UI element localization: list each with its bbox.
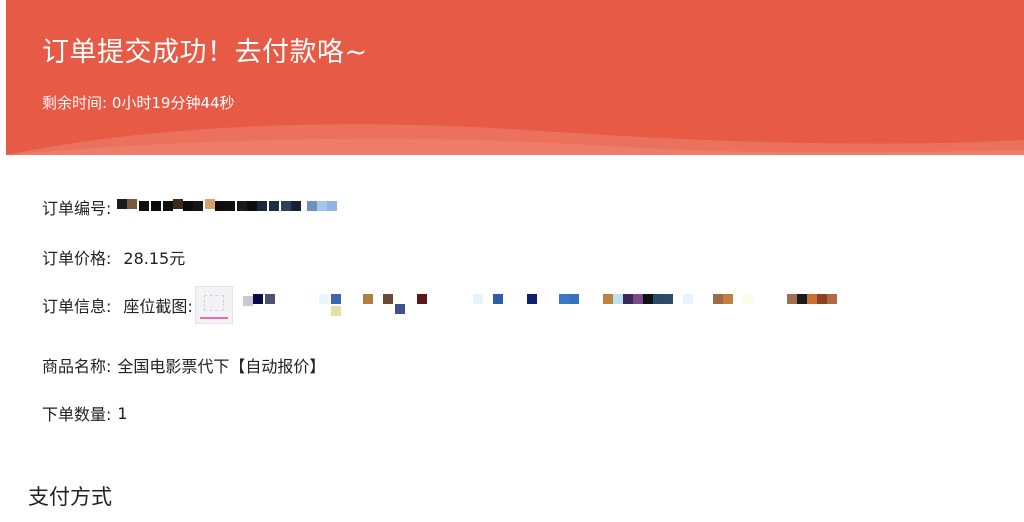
product-name-row: 商品名称: 全国电影票代下【自动报价】 xyxy=(42,353,325,377)
order-price-label: 订单价格: xyxy=(42,249,112,268)
remaining-time: 剩余时间: 0小时19分钟44秒 xyxy=(42,92,235,113)
order-number-redacted xyxy=(117,197,357,217)
order-quantity-value: 1 xyxy=(117,403,128,423)
order-number-row: 订单编号: xyxy=(42,195,357,219)
product-name-value: 全国电影票代下【自动报价】 xyxy=(117,357,326,376)
order-info-redacted xyxy=(242,290,843,320)
order-info-row: 订单信息: 座位截图: xyxy=(42,286,843,324)
order-quantity-row: 下单数量: 1 xyxy=(42,401,128,425)
order-success-page: 订单提交成功！去付款咯~ 剩余时间: 0小时19分钟44秒 订单编号: 订单价格… xyxy=(0,0,1024,522)
payment-method-heading: 支付方式 xyxy=(28,485,112,509)
page-title: 订单提交成功！去付款咯~ xyxy=(42,37,368,68)
remaining-time-label: 剩余时间: xyxy=(42,94,108,112)
remaining-time-value: 0小时19分钟44秒 xyxy=(111,94,235,112)
order-price-value: 28.15元 xyxy=(123,249,186,268)
product-name-label: 商品名称: xyxy=(42,357,112,376)
order-success-banner: 订单提交成功！去付款咯~ 剩余时间: 0小时19分钟44秒 xyxy=(6,0,1024,155)
order-quantity-label: 下单数量: xyxy=(42,405,112,424)
order-info-value: 座位截图: xyxy=(123,297,193,316)
order-price-row: 订单价格: 28.15元 xyxy=(42,245,185,269)
seat-screenshot-thumbnail[interactable] xyxy=(194,286,233,324)
order-info-label: 订单信息: xyxy=(42,297,112,316)
banner-wave-decoration xyxy=(6,124,1024,155)
order-number-label: 订单编号: xyxy=(42,199,112,218)
